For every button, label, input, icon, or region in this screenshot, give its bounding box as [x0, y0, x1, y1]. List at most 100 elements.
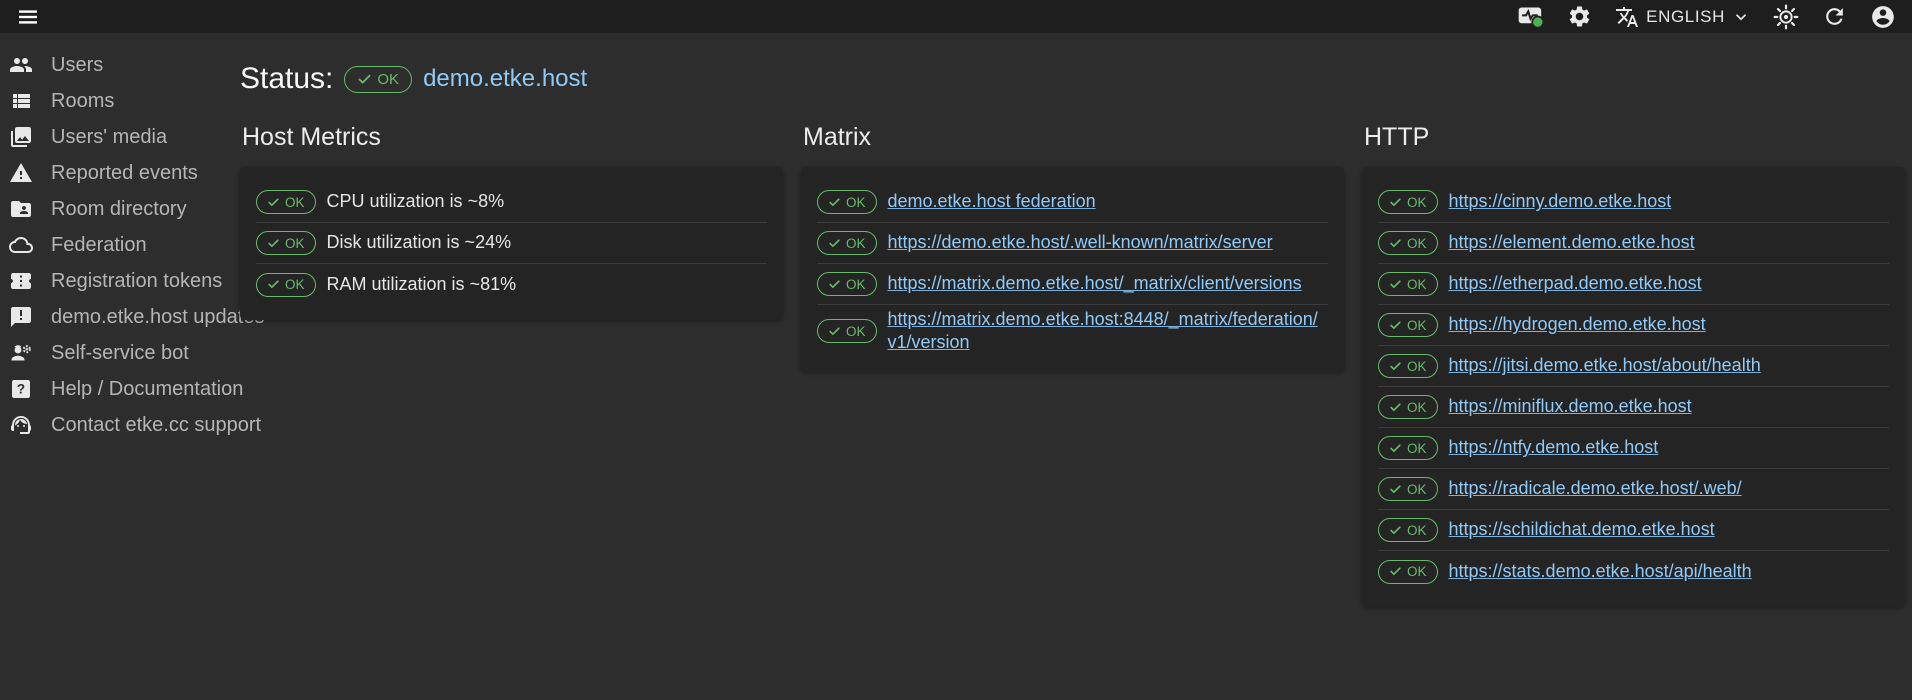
ok-badge-label: OK [846, 324, 866, 339]
sidebar-item-reported-events[interactable]: Reported events [0, 155, 240, 191]
status-panels: Host Metrics OK CPU utilization is ~8% O… [240, 123, 1912, 607]
warning-icon [9, 161, 33, 185]
host-metrics-card: OK CPU utilization is ~8% OK Disk utiliz… [240, 167, 783, 320]
ok-badge: OK [1378, 436, 1438, 460]
sidebar-item-registration-tokens[interactable]: Registration tokens [0, 263, 240, 299]
sidebar-item-federation[interactable]: Federation [0, 227, 240, 263]
ok-badge-label: OK [285, 195, 305, 210]
ok-badge-label: OK [1407, 400, 1427, 415]
sidebar-item-users[interactable]: Users [0, 47, 240, 83]
check-link[interactable]: https:/​/​miniflux.demo.etke.host [1449, 395, 1692, 418]
ok-badge: OK [817, 272, 877, 296]
check-icon [828, 278, 841, 291]
account-circle-icon[interactable] [1870, 4, 1896, 30]
sidebar-item-updates[interactable]: demo.etke.host updates [0, 299, 240, 335]
check-link[interactable]: https:/​/​jitsi.demo.etke.host/​about/​h… [1449, 354, 1761, 377]
settings-gear-icon[interactable] [1567, 4, 1592, 29]
ok-badge-label: OK [1407, 482, 1427, 497]
page-title: Status: [240, 62, 333, 96]
ok-badge-label: OK [1407, 318, 1427, 333]
ok-badge: OK [1378, 231, 1438, 255]
check-icon [1389, 565, 1402, 578]
topbar-actions: ENGLISH [1517, 3, 1896, 30]
refresh-icon[interactable] [1822, 4, 1847, 29]
sidebar-item-contact-support[interactable]: Contact etke.cc support [0, 407, 240, 443]
sidebar-item-rooms[interactable]: Rooms [0, 83, 240, 119]
check-icon [1389, 319, 1402, 332]
ok-badge: OK [817, 190, 877, 214]
check-link[interactable]: https:/​/​stats.demo.etke.host/​api/​hea… [1449, 560, 1752, 583]
panel-title: Host Metrics [242, 123, 783, 152]
check-link-row: OK https:/​/​schildichat.demo.etke.host [1378, 510, 1889, 551]
theme-brightness-icon[interactable] [1773, 4, 1799, 30]
sidebar-item-label: demo.etke.host updates [51, 306, 264, 329]
panel-http: HTTP OK https:/​/​cinny.demo.etke.host O… [1362, 123, 1905, 607]
ok-badge-label: OK [1407, 523, 1427, 538]
check-link[interactable]: https:/​/​matrix.demo.etke.host:8448/​_m… [888, 308, 1328, 354]
sidebar-item-room-directory[interactable]: Room directory [0, 191, 240, 227]
check-icon [357, 72, 372, 87]
check-link[interactable]: https:/​/​hydrogen.demo.etke.host [1449, 313, 1706, 336]
check-icon [267, 278, 280, 291]
status-ok-badge: OK [344, 66, 412, 93]
check-icon [1389, 278, 1402, 291]
check-icon [1389, 524, 1402, 537]
check-link-row: OK https:/​/​demo.etke.host/​.well-known… [817, 223, 1328, 264]
announcement-icon [9, 305, 33, 329]
rooms-list-icon [9, 89, 33, 113]
check-link[interactable]: https:/​/​schildichat.demo.etke.host [1449, 518, 1715, 541]
check-link[interactable]: https:/​/​matrix.demo.etke.host/​_matrix… [888, 272, 1302, 295]
check-link[interactable]: https:/​/​demo.etke.host/​.well-known/​m… [888, 231, 1273, 254]
check-link[interactable]: https:/​/​radicale.demo.etke.host/​.web/ [1449, 477, 1742, 500]
check-link-row: OK https:/​/​ntfy.demo.etke.host [1378, 428, 1889, 469]
menu-icon[interactable] [16, 5, 40, 29]
topbar: ENGLISH [0, 0, 1912, 33]
check-icon [1389, 442, 1402, 455]
ok-badge: OK [1378, 395, 1438, 419]
check-link-row: OK https:/​/​element.demo.etke.host [1378, 223, 1889, 264]
check-link-row: OK https:/​/​jitsi.demo.etke.host/​about… [1378, 346, 1889, 387]
check-link[interactable]: https:/​/​ntfy.demo.etke.host [1449, 436, 1659, 459]
check-icon [1389, 237, 1402, 250]
check-link-row: OK https:/​/​miniflux.demo.etke.host [1378, 387, 1889, 428]
check-link[interactable]: https:/​/​etherpad.demo.etke.host [1449, 272, 1702, 295]
check-link-row: OK https:/​/​matrix.demo.etke.host/​_mat… [817, 264, 1328, 305]
check-link-row: OK https:/​/​matrix.demo.etke.host:8448/… [817, 305, 1328, 357]
check-icon [267, 196, 280, 209]
sidebar-item-label: Self-service bot [51, 342, 189, 365]
check-icon [828, 196, 841, 209]
ok-badge-label: OK [1407, 195, 1427, 210]
language-selector[interactable]: ENGLISH [1615, 5, 1750, 29]
sidebar-item-users-media[interactable]: Users' media [0, 119, 240, 155]
ok-badge: OK [1378, 354, 1438, 378]
ok-badge: OK [1378, 313, 1438, 337]
sidebar-item-label: Federation [51, 234, 147, 257]
sidebar-item-label: Contact etke.cc support [51, 414, 261, 437]
panel-matrix: Matrix OK demo.etke.host federation OK h… [801, 123, 1344, 372]
metric-row: OK Disk utilization is ~24% [256, 223, 767, 264]
check-link[interactable]: demo.etke.host federation [888, 190, 1096, 213]
ok-badge-label: OK [846, 277, 866, 292]
check-icon [1389, 401, 1402, 414]
green-status-dot [1532, 17, 1543, 28]
chevron-down-icon [1732, 8, 1750, 26]
sidebar-item-self-service-bot[interactable]: Self-service bot [0, 335, 240, 371]
check-link[interactable]: https:/​/​element.demo.etke.host [1449, 231, 1695, 254]
ok-badge-label: OK [1407, 236, 1427, 251]
matrix-card: OK demo.etke.host federation OK https:/​… [801, 167, 1344, 372]
check-link[interactable]: https:/​/​cinny.demo.etke.host [1449, 190, 1672, 213]
support-agent-icon [9, 413, 33, 437]
status-heading: Status: OK demo.etke.host [240, 62, 1912, 96]
help-icon: ? [9, 377, 33, 401]
check-link-row: OK https:/​/​hydrogen.demo.etke.host [1378, 305, 1889, 346]
sidebar-item-label: Rooms [51, 90, 114, 113]
ok-badge-label: OK [846, 236, 866, 251]
status-host-link[interactable]: demo.etke.host [423, 65, 587, 93]
ok-badge-label: OK [1407, 564, 1427, 579]
check-link-row: OK https:/​/​radicale.demo.etke.host/​.w… [1378, 469, 1889, 510]
monitoring-status-icon[interactable] [1517, 3, 1544, 30]
ok-badge-label: OK [1407, 277, 1427, 292]
check-icon [1389, 483, 1402, 496]
ok-badge: OK [817, 319, 877, 343]
sidebar-item-help-documentation[interactable]: ? Help / Documentation [0, 371, 240, 407]
